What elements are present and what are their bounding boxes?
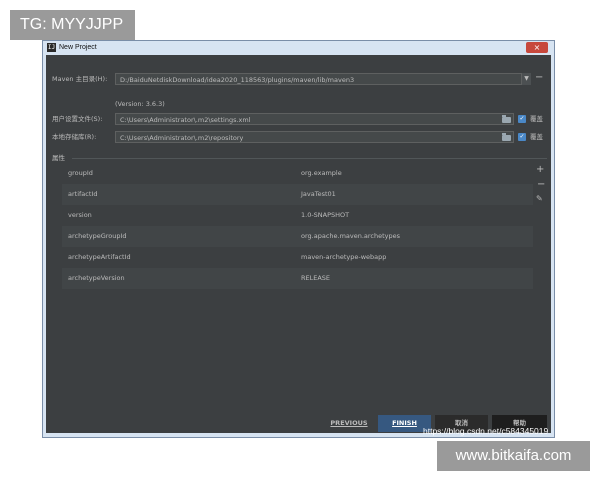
property-key: archetypeGroupId (68, 232, 127, 240)
property-value[interactable]: RELEASE (301, 268, 330, 289)
property-value[interactable]: maven-archetype-webapp (301, 247, 386, 268)
property-value[interactable]: 1.0-SNAPSHOT (301, 205, 349, 226)
local-repo-field[interactable]: C:\Users\Administrator\.m2\repository (115, 131, 514, 143)
local-repo-label: 本地存储库(R): (52, 133, 97, 141)
new-project-dialog: IJ New Project × Maven 主目录(H): D:/BaiduN… (42, 40, 555, 438)
maven-home-label: Maven 主目录(H): (52, 75, 108, 83)
table-row[interactable]: groupId org.example (62, 163, 533, 184)
csdn-url-watermark: https://blog.csdn.net/c584345019 (423, 426, 549, 436)
folder-icon[interactable] (502, 133, 511, 141)
property-value[interactable]: org.example (301, 163, 342, 184)
app-icon: IJ (47, 43, 56, 52)
close-icon[interactable]: × (526, 42, 548, 53)
maven-home-field[interactable]: D:/BaiduNetdiskDownload/idea2020_118563/… (115, 73, 522, 85)
user-settings-label: 用户设置文件(S): (52, 115, 103, 123)
property-key: version (68, 211, 92, 219)
properties-section-label: 属性 (52, 154, 65, 162)
minus-icon[interactable]: − (535, 71, 543, 85)
table-row[interactable]: archetypeVersion RELEASE (62, 268, 533, 289)
property-value[interactable]: org.apache.maven.archetypes (301, 226, 400, 247)
property-key: artifactId (68, 190, 98, 198)
properties-table: groupId org.example artifactId JavaTest0… (62, 163, 533, 293)
override-settings-label: 覆盖 (530, 115, 543, 123)
dropdown-arrow-icon[interactable]: ▼ (522, 73, 531, 85)
property-key: archetypeVersion (68, 274, 125, 282)
property-value[interactable]: JavaTest01 (301, 184, 336, 205)
user-settings-field[interactable]: C:\Users\Administrator\.m2\settings.xml (115, 113, 514, 125)
property-key: archetypeArtifactId (68, 253, 131, 261)
minus-icon[interactable]: − (537, 180, 545, 190)
property-key: groupId (68, 169, 93, 177)
tg-watermark-badge: TG: MYYJJPP (10, 10, 135, 40)
checkbox-checked-icon[interactable]: ✓ (518, 115, 526, 123)
section-divider (72, 158, 547, 159)
maven-version-note: (Version: 3.6.3) (115, 100, 165, 108)
previous-button[interactable]: PREVIOUS (325, 415, 373, 432)
table-row[interactable]: artifactId JavaTest01 (62, 184, 533, 205)
table-row[interactable]: archetypeArtifactId maven-archetype-weba… (62, 247, 533, 268)
plus-icon[interactable]: + (536, 165, 544, 175)
folder-icon[interactable] (502, 115, 511, 123)
table-row[interactable]: archetypeGroupId org.apache.maven.archet… (62, 226, 533, 247)
window-title: New Project (59, 44, 97, 51)
site-watermark-badge: www.bitkaifa.com (437, 441, 590, 471)
dialog-content: Maven 主目录(H): D:/BaiduNetdiskDownload/id… (46, 55, 551, 433)
override-repo-label: 覆盖 (530, 133, 543, 141)
title-bar: IJ New Project × (43, 41, 554, 55)
edit-icon[interactable]: ✎ (536, 194, 543, 204)
table-row[interactable]: version 1.0-SNAPSHOT (62, 205, 533, 226)
checkbox-checked-icon[interactable]: ✓ (518, 133, 526, 141)
